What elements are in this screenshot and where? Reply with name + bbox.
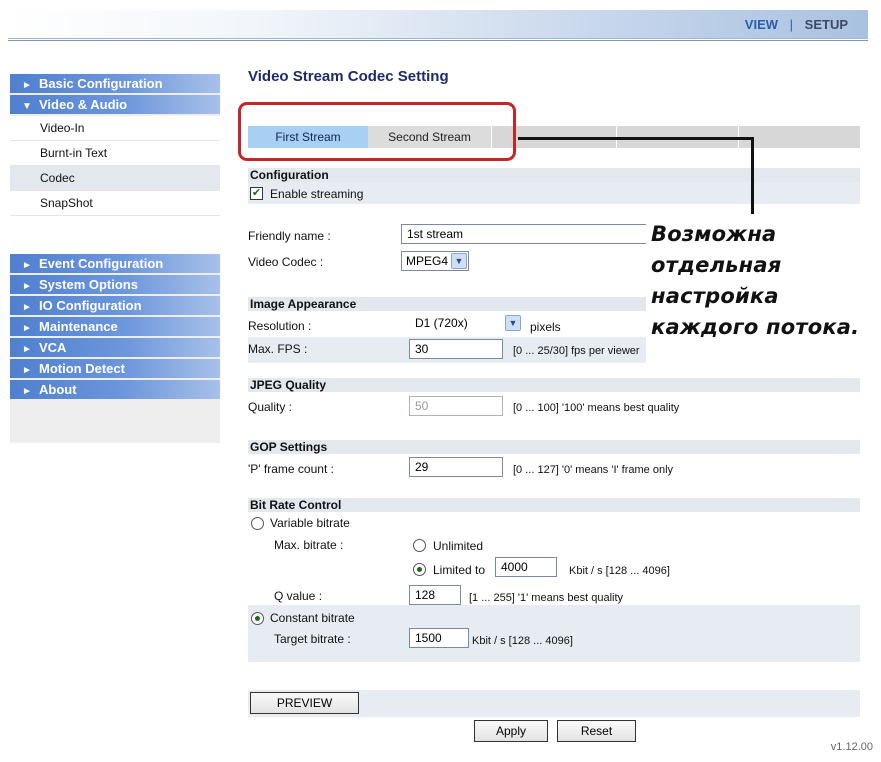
sidebar-item-label: About <box>39 382 77 397</box>
callout-line <box>751 137 754 217</box>
video-codec-label: Video Codec : <box>248 255 324 269</box>
sidebar-item-about[interactable]: ► About <box>10 380 220 399</box>
triangle-right-icon: ► <box>22 260 32 271</box>
q-value-label: Q value : <box>274 589 323 603</box>
target-bitrate-input[interactable]: 1500 <box>409 628 469 648</box>
triangle-right-icon: ► <box>22 386 32 397</box>
section-header-jpeg-quality: JPEG Quality <box>248 378 860 392</box>
resolution-select[interactable]: D1 (720x) ▼ <box>410 313 523 333</box>
highlight-box <box>238 102 516 161</box>
resolution-unit: pixels <box>530 320 561 334</box>
sidebar-gap <box>10 216 220 254</box>
unlimited-label: Unlimited <box>433 539 484 553</box>
sidebar-item-io-configuration[interactable]: ► IO Configuration <box>10 296 220 315</box>
limited-label: Limited to <box>433 563 486 577</box>
chevron-down-icon: ▼ <box>451 253 467 269</box>
annotation-line: отдельная <box>651 253 782 277</box>
p-frame-input[interactable]: 29 <box>409 457 503 477</box>
max-fps-hint: [0 ... 25/30] fps per viewer <box>513 345 640 357</box>
video-codec-value: MPEG4 <box>406 254 449 268</box>
top-header-bar: VIEW | SETUP <box>8 10 868 39</box>
preview-button[interactable]: PREVIEW <box>250 692 359 714</box>
sidebar-item-basic-configuration[interactable]: ► Basic Configuration <box>10 74 220 93</box>
max-fps-input[interactable]: 30 <box>409 339 503 359</box>
sidebar-subitem-codec[interactable]: Codec <box>10 166 220 191</box>
limited-radio[interactable] <box>413 563 426 576</box>
callout-line <box>518 137 754 140</box>
enable-streaming-checkbox[interactable]: ✔ <box>250 187 263 200</box>
p-frame-label: 'P' frame count : <box>248 462 334 476</box>
sidebar-item-video-audio[interactable]: ▼ Video & Audio <box>10 95 220 114</box>
version-label: v1.12.00 <box>830 741 873 753</box>
variable-bitrate-radio[interactable] <box>251 517 264 530</box>
sidebar-subitem-video-in[interactable]: Video-In <box>10 116 220 141</box>
triangle-right-icon: ► <box>22 344 32 355</box>
quality-label: Quality : <box>248 400 293 414</box>
constant-bitrate-radio[interactable] <box>251 612 264 625</box>
section-header-bit-rate-control: Bit Rate Control <box>248 498 860 512</box>
target-bitrate-hint: Kbit / s [128 ... 4096] <box>472 635 573 647</box>
apply-button[interactable]: Apply <box>474 720 548 742</box>
sidebar-item-label: Video & Audio <box>39 97 128 112</box>
sidebar-item-maintenance[interactable]: ► Maintenance <box>10 317 220 336</box>
page-title: Video Stream Codec Setting <box>248 68 449 85</box>
max-bitrate-label: Max. bitrate : <box>274 538 344 552</box>
sidebar-item-system-options[interactable]: ► System Options <box>10 275 220 294</box>
limited-bitrate-input[interactable]: 4000 <box>495 557 557 577</box>
sidebar-item-event-configuration[interactable]: ► Event Configuration <box>10 254 220 273</box>
sidebar-item-label: Maintenance <box>39 319 118 334</box>
section-header-gop-settings: GOP Settings <box>248 440 860 454</box>
p-frame-hint: [0 ... 127] '0' means 'I' frame only <box>513 464 674 476</box>
sidebar-item-vca[interactable]: ► VCA <box>10 338 220 357</box>
triangle-down-icon: ▼ <box>22 101 32 112</box>
triangle-right-icon: ► <box>22 323 32 334</box>
header-divider <box>8 40 868 41</box>
view-link[interactable]: VIEW <box>745 17 778 32</box>
top-nav: VIEW | SETUP <box>745 17 848 32</box>
friendly-name-input[interactable]: 1st stream <box>401 224 649 244</box>
sidebar-item-label: System Options <box>39 277 138 292</box>
sidebar-item-label: VCA <box>39 340 67 355</box>
quality-input[interactable]: 50 <box>409 396 503 416</box>
annotation-line: настройка <box>651 284 779 308</box>
resolution-label: Resolution : <box>248 319 312 333</box>
q-value-input[interactable]: 128 <box>409 585 461 605</box>
sidebar-item-label: Event Configuration <box>39 256 164 271</box>
sidebar-item-label: Basic Configuration <box>39 76 163 91</box>
q-value-hint: [1 ... 255] '1' means best quality <box>469 592 624 604</box>
constant-bitrate-label: Constant bitrate <box>270 611 355 625</box>
limited-bitrate-hint: Kbit / s [128 ... 4096] <box>569 565 670 577</box>
sidebar: ► Basic Configuration ▼ Video & Audio Vide… <box>10 74 220 443</box>
annotation-line: Возможна <box>651 222 777 246</box>
annotation-note: Возможна отдельная настройка каждого пот… <box>651 219 859 343</box>
reset-button[interactable]: Reset <box>557 720 636 742</box>
sidebar-item-label: Motion Detect <box>39 361 125 376</box>
section-header-configuration: Configuration <box>248 168 860 182</box>
setup-link[interactable]: SETUP <box>805 17 848 32</box>
variable-bitrate-label: Variable bitrate <box>270 516 350 530</box>
triangle-right-icon: ► <box>22 80 32 91</box>
resolution-value: D1 (720x) <box>415 316 468 330</box>
sidebar-subitem-burnt-in-text[interactable]: Burnt-in Text <box>10 141 220 166</box>
sidebar-item-label: IO Configuration <box>39 298 142 313</box>
friendly-name-label: Friendly name : <box>248 229 331 243</box>
max-fps-label: Max. FPS : <box>248 342 308 356</box>
quality-hint: [0 ... 100] '100' means best quality <box>513 402 680 414</box>
chevron-down-icon: ▼ <box>505 315 521 331</box>
enable-streaming-label: Enable streaming <box>270 187 364 201</box>
unlimited-radio[interactable] <box>413 539 426 552</box>
triangle-right-icon: ► <box>22 365 32 376</box>
sidebar-item-motion-detect[interactable]: ► Motion Detect <box>10 359 220 378</box>
triangle-right-icon: ► <box>22 302 32 313</box>
nav-separator: | <box>789 17 794 32</box>
video-codec-select[interactable]: MPEG4 ▼ <box>401 251 469 271</box>
annotation-line: каждого потока. <box>651 315 860 339</box>
triangle-right-icon: ► <box>22 281 32 292</box>
target-bitrate-label: Target bitrate : <box>274 632 351 646</box>
sidebar-subitem-snapshot[interactable]: SnapShot <box>10 191 220 216</box>
